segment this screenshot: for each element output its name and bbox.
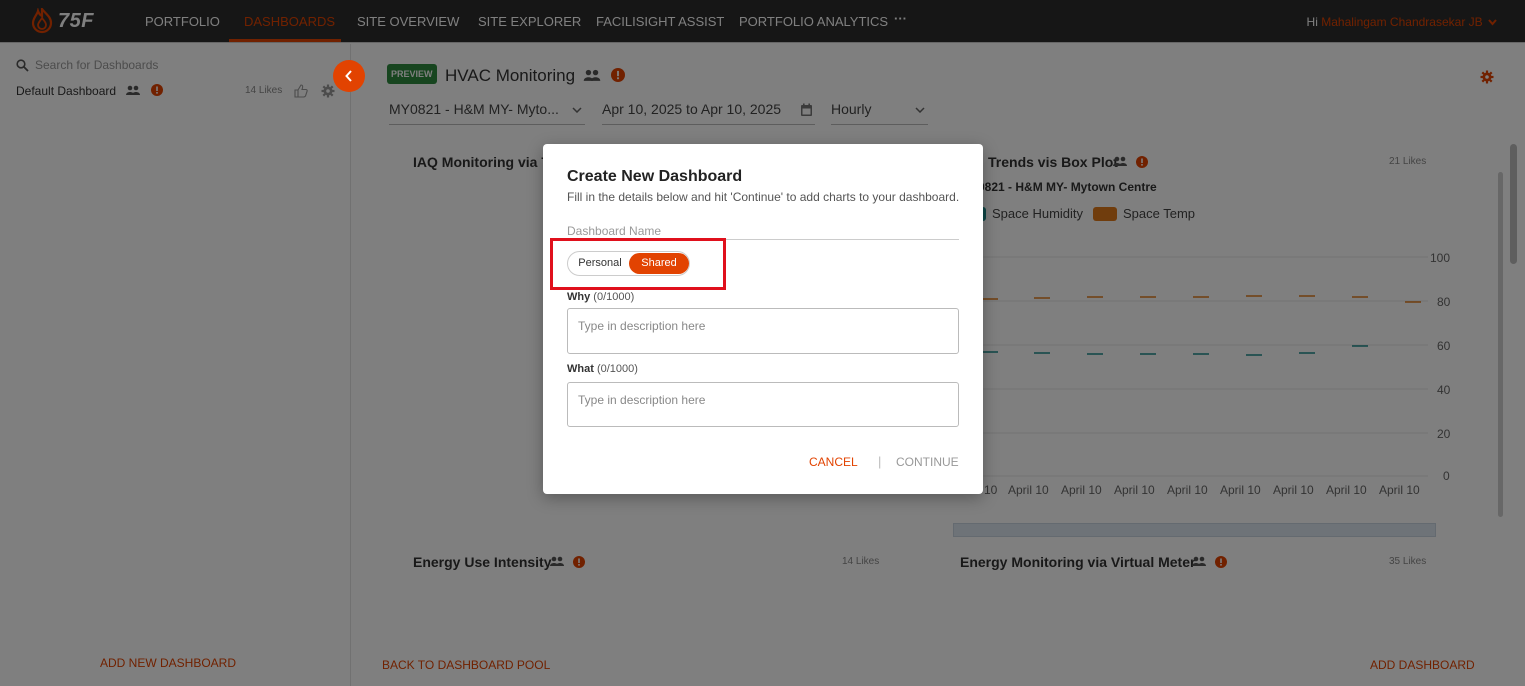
modal-title: Create New Dashboard <box>567 168 743 185</box>
why-label-text: Why <box>567 291 591 303</box>
what-label: What (0/1000) <box>567 363 638 375</box>
visibility-toggle: Personal Shared <box>567 251 690 276</box>
why-char-count: (0/1000) <box>593 291 635 303</box>
modal-subtitle: Fill in the details below and hit 'Conti… <box>567 190 960 204</box>
button-separator: | <box>878 454 882 469</box>
personal-option[interactable]: Personal <box>570 253 630 274</box>
collapse-sidebar-button[interactable] <box>333 60 365 92</box>
why-label: Why (0/1000) <box>567 291 634 303</box>
continue-button[interactable]: CONTINUE <box>896 455 959 469</box>
shared-option[interactable]: Shared <box>629 253 689 274</box>
what-label-text: What <box>567 363 594 375</box>
why-textarea[interactable] <box>567 308 959 354</box>
cancel-button[interactable]: CANCEL <box>809 455 858 469</box>
chevron-left-icon <box>345 70 352 82</box>
what-textarea[interactable] <box>567 382 959 427</box>
create-dashboard-modal: Create New Dashboard Fill in the details… <box>543 144 983 494</box>
what-char-count: (0/1000) <box>596 363 638 375</box>
